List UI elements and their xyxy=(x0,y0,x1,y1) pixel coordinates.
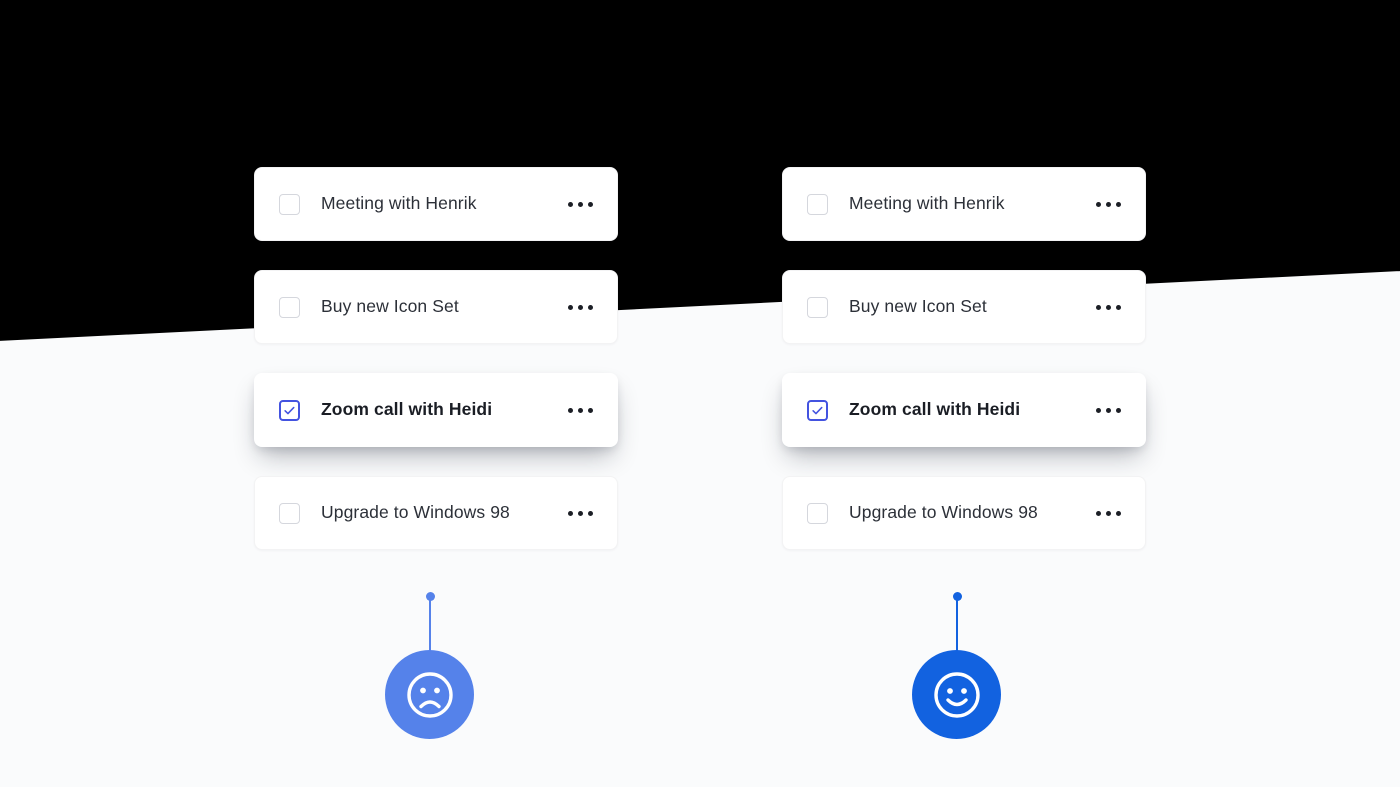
more-options-icon[interactable] xyxy=(566,299,595,316)
reaction-pin-happy[interactable] xyxy=(912,592,1002,742)
sad-face-icon[interactable] xyxy=(385,650,474,739)
task-card[interactable]: Zoom call with Heidi xyxy=(782,373,1146,447)
checkbox-checked[interactable] xyxy=(807,399,828,421)
task-card[interactable]: Upgrade to Windows 98 xyxy=(782,476,1146,550)
task-label: Buy new Icon Set xyxy=(849,296,987,317)
task-card[interactable]: Meeting with Henrik xyxy=(254,167,618,241)
task-label: Meeting with Henrik xyxy=(849,193,1005,214)
checkbox-unchecked[interactable] xyxy=(807,193,828,215)
checkbox-unchecked[interactable] xyxy=(807,502,828,524)
checkbox-unchecked[interactable] xyxy=(279,296,300,318)
task-label: Upgrade to Windows 98 xyxy=(849,502,1038,523)
more-options-icon[interactable] xyxy=(1094,196,1123,213)
more-options-icon[interactable] xyxy=(566,505,595,522)
task-label: Upgrade to Windows 98 xyxy=(321,502,510,523)
task-label: Buy new Icon Set xyxy=(321,296,459,317)
task-label: Zoom call with Heidi xyxy=(849,399,1021,420)
more-options-icon[interactable] xyxy=(566,402,595,419)
task-card[interactable]: Zoom call with Heidi xyxy=(254,373,618,447)
task-card[interactable]: Buy new Icon Set xyxy=(782,270,1146,344)
task-label: Zoom call with Heidi xyxy=(321,399,493,420)
more-options-icon[interactable] xyxy=(1094,299,1123,316)
task-list-left: Meeting with Henrik Buy new Icon Set Zoom … xyxy=(254,167,618,550)
task-card[interactable]: Upgrade to Windows 98 xyxy=(254,476,618,550)
more-options-icon[interactable] xyxy=(1094,402,1123,419)
task-card[interactable]: Buy new Icon Set xyxy=(254,270,618,344)
more-options-icon[interactable] xyxy=(566,196,595,213)
checkbox-unchecked[interactable] xyxy=(807,296,828,318)
checkbox-unchecked[interactable] xyxy=(279,502,300,524)
happy-face-icon[interactable] xyxy=(912,650,1001,739)
reaction-pin-sad[interactable] xyxy=(385,592,475,742)
task-list-right: Meeting with Henrik Buy new Icon Set Zoom … xyxy=(782,167,1146,550)
task-label: Meeting with Henrik xyxy=(321,193,477,214)
checkbox-checked[interactable] xyxy=(279,399,300,421)
more-options-icon[interactable] xyxy=(1094,505,1123,522)
checkbox-unchecked[interactable] xyxy=(279,193,300,215)
screenshot-canvas: Meeting with Henrik Buy new Icon Set Zoom … xyxy=(0,0,1400,787)
task-card[interactable]: Meeting with Henrik xyxy=(782,167,1146,241)
